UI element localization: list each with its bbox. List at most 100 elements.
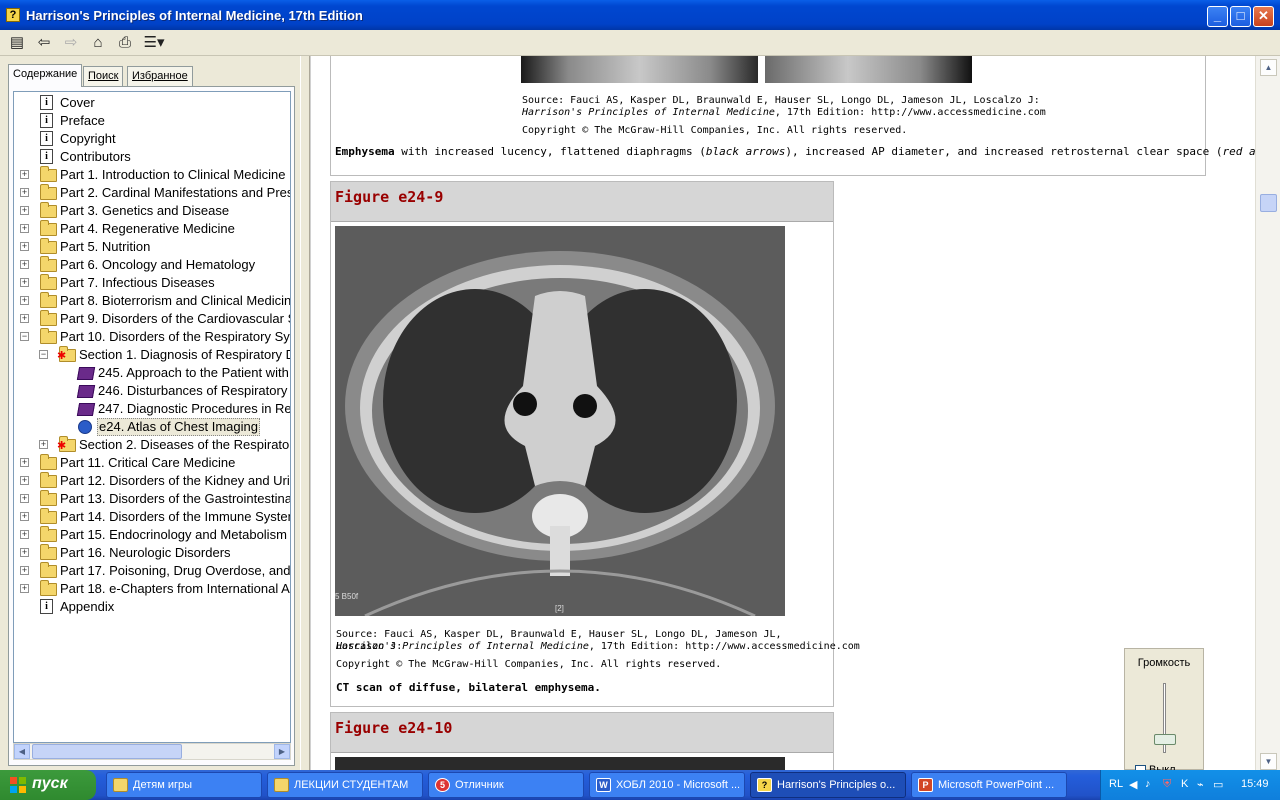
tree-item[interactable]: + Part 11. Critical Care Medicine bbox=[14, 454, 290, 472]
tree-item[interactable]: 247. Diagnostic Procedures in Respirator… bbox=[14, 400, 290, 418]
help-app-icon[interactable]: ? bbox=[6, 8, 20, 22]
maximize-button[interactable]: □ bbox=[1230, 6, 1251, 27]
tray-arrow-icon[interactable]: ◀ bbox=[1129, 778, 1137, 791]
tree-item[interactable]: + Part 1. Introduction to Clinical Medici… bbox=[14, 166, 290, 184]
tab-search[interactable]: Поиск bbox=[83, 66, 124, 86]
tree-item[interactable]: + Part 6. Oncology and Hematology bbox=[14, 256, 290, 274]
tree-item[interactable]: + ✱Section 2. Diseases of the Respiratory… bbox=[14, 436, 290, 454]
tree-item[interactable]: i Preface bbox=[14, 112, 290, 130]
tree-item-label: Part 7. Infectious Diseases bbox=[60, 275, 215, 290]
tree-item[interactable]: + Part 15. Endocrinology and Metabolism bbox=[14, 526, 290, 544]
taskbar-item-label: Отличник bbox=[455, 779, 504, 791]
expand-icon[interactable]: + bbox=[20, 296, 29, 305]
expand-icon[interactable]: + bbox=[20, 170, 29, 179]
expand-icon[interactable]: + bbox=[20, 206, 29, 215]
collapse-icon[interactable]: − bbox=[39, 350, 48, 359]
tree-item[interactable]: + Part 18. e-Chapters from International … bbox=[14, 580, 290, 598]
scroll-up-arrow-icon[interactable]: ▲ bbox=[1260, 59, 1277, 76]
expand-icon[interactable]: + bbox=[20, 530, 29, 539]
content-vertical-scrollbar[interactable]: ▲ ▼ bbox=[1255, 56, 1280, 770]
tree-item[interactable]: i Appendix bbox=[14, 598, 290, 616]
kaspersky-tray-icon[interactable]: K bbox=[1181, 778, 1188, 790]
collapse-icon[interactable]: − bbox=[20, 332, 29, 341]
taskbar-item[interactable]: 5 Отличник bbox=[428, 772, 584, 798]
network-tray-icon[interactable]: ⌁ bbox=[1197, 778, 1204, 791]
scroll-down-arrow-icon[interactable]: ▼ bbox=[1260, 753, 1277, 770]
back-arrow-icon[interactable]: ⇦ bbox=[33, 33, 55, 53]
tree-item[interactable]: i Contributors bbox=[14, 148, 290, 166]
print-icon[interactable]: ⎙ bbox=[114, 33, 136, 53]
expand-icon[interactable]: + bbox=[20, 548, 29, 557]
expand-icon[interactable]: + bbox=[20, 260, 29, 269]
tree-horizontal-scrollbar[interactable]: ◀ ▶ bbox=[13, 743, 291, 760]
tree-item-label: Part 15. Endocrinology and Metabolism bbox=[60, 527, 287, 542]
clock[interactable]: 15:49 bbox=[1241, 778, 1269, 790]
tree-item[interactable]: i Cover bbox=[14, 94, 290, 112]
volume-slider[interactable] bbox=[1154, 734, 1176, 745]
tab-contents[interactable]: Содержание bbox=[8, 64, 83, 87]
topic-content[interactable]: Source: Fauci AS, Kasper DL, Braunwald E… bbox=[310, 56, 1255, 770]
start-button[interactable]: пуск bbox=[0, 770, 96, 800]
expand-icon[interactable]: + bbox=[20, 314, 29, 323]
tab-favorites[interactable]: Избранное bbox=[127, 66, 193, 86]
taskbar-item[interactable]: Детям игры bbox=[106, 772, 262, 798]
antivirus-tray-icon[interactable]: ⛨ bbox=[1163, 778, 1171, 791]
minimize-button[interactable]: _ bbox=[1207, 6, 1228, 27]
tree-item[interactable]: + Part 8. Bioterrorism and Clinical Medic… bbox=[14, 292, 290, 310]
expand-icon[interactable]: + bbox=[20, 584, 29, 593]
tree-item[interactable]: + Part 2. Cardinal Manifestations and Pre… bbox=[14, 184, 290, 202]
tree-item[interactable]: 246. Disturbances of Respiratory Functio… bbox=[14, 382, 290, 400]
scroll-thumb[interactable] bbox=[1260, 194, 1277, 212]
tree-item[interactable]: + Part 3. Genetics and Disease bbox=[14, 202, 290, 220]
expand-icon[interactable]: + bbox=[20, 224, 29, 233]
volume-tray-icon[interactable]: ♪ bbox=[1145, 778, 1151, 790]
taskbar-item[interactable]: ЛЕКЦИИ СТУДЕНТАМ bbox=[267, 772, 423, 798]
xray-image-right bbox=[765, 56, 972, 83]
tree-item[interactable]: −✱Section 1. Diagnosis of Respiratory Di… bbox=[14, 346, 290, 364]
tree-item[interactable]: + Part 4. Regenerative Medicine bbox=[14, 220, 290, 238]
title-bar[interactable]: ? Harrison's Principles of Internal Medi… bbox=[0, 0, 1280, 30]
tree-item[interactable]: i Copyright bbox=[14, 130, 290, 148]
tree-item[interactable]: − Part 10. Disorders of the Respiratory S… bbox=[14, 328, 290, 346]
contents-tree[interactable]: i Cover i Preface i Copyright i Contributors + Pa… bbox=[13, 91, 291, 743]
info-page-icon: i bbox=[40, 95, 53, 110]
tree-item[interactable]: + Part 17. Poisoning, Drug Overdose, and … bbox=[14, 562, 290, 580]
tree-item[interactable]: + Part 9. Disorders of the Cardiovascular… bbox=[14, 310, 290, 328]
expand-icon[interactable]: + bbox=[39, 440, 48, 449]
taskbar-item[interactable]: ? Harrison's Principles o... bbox=[750, 772, 906, 798]
hide-pane-icon[interactable]: ▤ bbox=[6, 33, 28, 53]
folder-icon bbox=[40, 328, 57, 344]
scroll-right-arrow-icon[interactable]: ▶ bbox=[274, 744, 290, 759]
expand-icon[interactable]: + bbox=[20, 476, 29, 485]
home-icon[interactable]: ⌂ bbox=[87, 33, 109, 53]
tree-item[interactable]: + Part 7. Infectious Diseases bbox=[14, 274, 290, 292]
scroll-thumb[interactable] bbox=[32, 744, 182, 759]
info-page-icon: i bbox=[40, 599, 53, 614]
monitor-tray-icon[interactable]: ▭ bbox=[1213, 778, 1223, 791]
expand-icon[interactable]: + bbox=[20, 494, 29, 503]
pane-splitter[interactable] bbox=[300, 56, 310, 770]
tree-item-label: Part 9. Disorders of the Cardiovascular … bbox=[60, 311, 290, 326]
tree-item[interactable]: + Part 5. Nutrition bbox=[14, 238, 290, 256]
taskbar-item-icon: 5 bbox=[435, 778, 450, 792]
forward-arrow-icon[interactable]: ⇨ bbox=[60, 33, 82, 53]
expand-icon[interactable]: + bbox=[20, 242, 29, 251]
expand-icon[interactable]: + bbox=[20, 512, 29, 521]
taskbar-item[interactable]: P Microsoft PowerPoint ... bbox=[911, 772, 1067, 798]
scroll-left-arrow-icon[interactable]: ◀ bbox=[14, 744, 30, 759]
tree-item[interactable]: + Part 16. Neurologic Disorders bbox=[14, 544, 290, 562]
tree-item[interactable]: e24. Atlas of Chest Imaging bbox=[14, 418, 290, 436]
taskbar-item[interactable]: W ХОБЛ 2010 - Microsoft ... bbox=[589, 772, 745, 798]
expand-icon[interactable]: + bbox=[20, 278, 29, 287]
options-menu-icon[interactable]: ☰▾ bbox=[141, 33, 167, 53]
expand-icon[interactable]: + bbox=[20, 566, 29, 575]
close-button[interactable]: ✕ bbox=[1253, 6, 1274, 27]
tree-item[interactable]: 245. Approach to the Patient with Diseas… bbox=[14, 364, 290, 382]
language-indicator[interactable]: RL bbox=[1109, 778, 1123, 790]
taskbar-item-icon bbox=[113, 778, 128, 792]
expand-icon[interactable]: + bbox=[20, 458, 29, 467]
tree-item[interactable]: + Part 14. Disorders of the Immune System bbox=[14, 508, 290, 526]
expand-icon[interactable]: + bbox=[20, 188, 29, 197]
tree-item[interactable]: + Part 12. Disorders of the Kidney and Ur… bbox=[14, 472, 290, 490]
tree-item[interactable]: + Part 13. Disorders of the Gastrointesti… bbox=[14, 490, 290, 508]
